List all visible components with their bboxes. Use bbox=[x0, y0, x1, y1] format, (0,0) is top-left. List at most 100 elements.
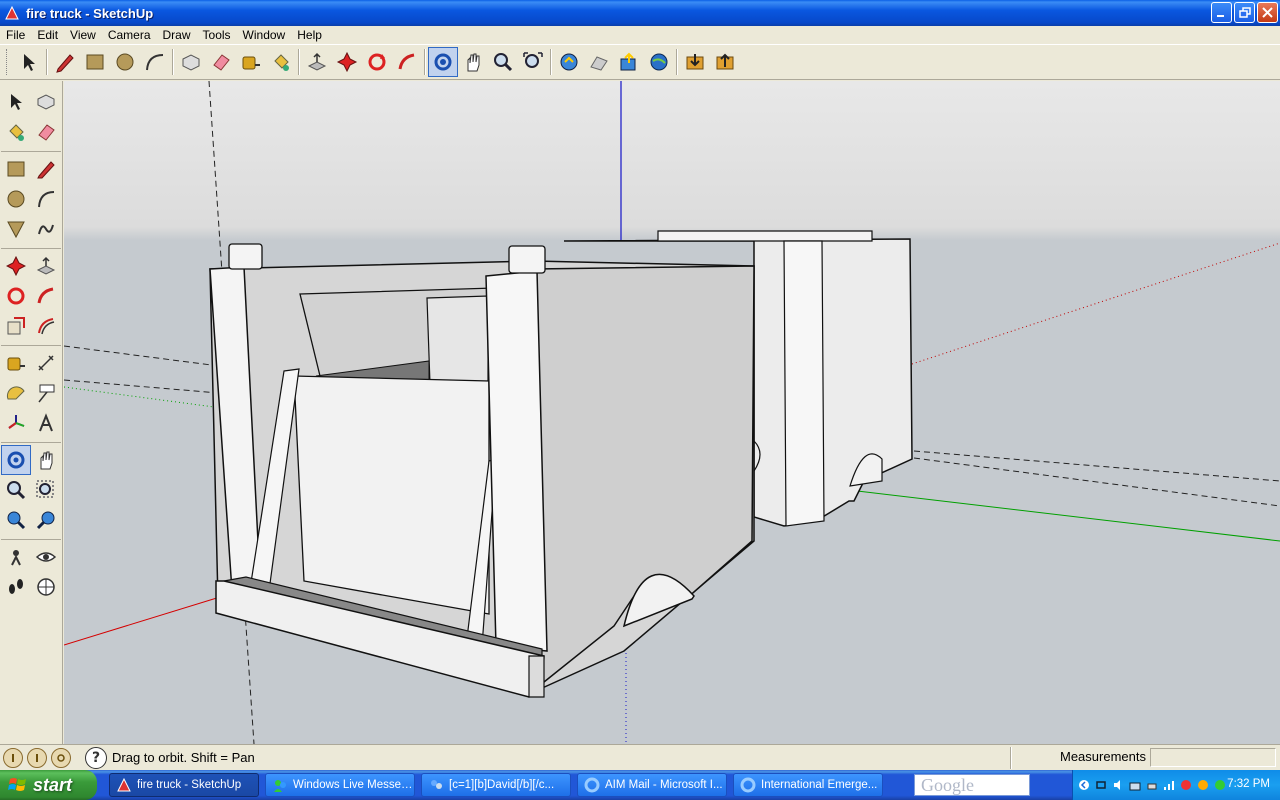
freehand-palette-button[interactable] bbox=[31, 214, 61, 244]
google-earth-button[interactable] bbox=[644, 47, 674, 77]
get-current-view-button[interactable] bbox=[554, 47, 584, 77]
circle-palette-button[interactable] bbox=[1, 184, 31, 214]
previous-view-palette-button[interactable] bbox=[1, 505, 31, 535]
close-button[interactable] bbox=[1257, 2, 1278, 23]
rotate-tool-button[interactable] bbox=[362, 47, 392, 77]
system-tray: 7:32 PM bbox=[1072, 770, 1280, 800]
start-button[interactable]: start bbox=[0, 770, 97, 800]
push-pull-palette-button[interactable] bbox=[31, 251, 61, 281]
orbit-palette-button[interactable] bbox=[1, 445, 31, 475]
get-models-button[interactable] bbox=[680, 47, 710, 77]
user-icon bbox=[57, 753, 65, 762]
move-tool-button[interactable] bbox=[332, 47, 362, 77]
next-view-palette-button[interactable] bbox=[31, 505, 61, 535]
scale-palette-button[interactable] bbox=[1, 311, 31, 341]
look-around-palette-button[interactable] bbox=[31, 542, 61, 572]
help-icon[interactable]: ? bbox=[85, 746, 107, 769]
rectangle-tool-button[interactable] bbox=[80, 47, 110, 77]
desktop-icon[interactable] bbox=[1094, 778, 1108, 792]
arc-tool-button[interactable] bbox=[140, 47, 170, 77]
antivirus-icon[interactable] bbox=[1179, 778, 1193, 792]
make-component-palette-button[interactable] bbox=[31, 87, 61, 117]
polygon-icon bbox=[7, 221, 25, 239]
arc-icon bbox=[38, 191, 55, 208]
share-model-button[interactable] bbox=[710, 47, 740, 77]
zoom-tool-button[interactable] bbox=[488, 47, 518, 77]
taskbar-item-messenger[interactable]: Windows Live Messen... bbox=[265, 773, 415, 797]
section-plane-palette-button[interactable] bbox=[31, 572, 61, 602]
minimize-button[interactable] bbox=[1211, 2, 1232, 23]
tape-measure-palette-button[interactable] bbox=[1, 348, 31, 378]
zoom-extents-tool-button[interactable] bbox=[518, 47, 548, 77]
push-pull-tool-button[interactable] bbox=[302, 47, 332, 77]
rotate-palette-button[interactable] bbox=[1, 281, 31, 311]
toolbar-grip[interactable] bbox=[6, 49, 10, 75]
model-viewport[interactable] bbox=[64, 81, 1280, 744]
move-palette-button[interactable] bbox=[1, 251, 31, 281]
arc-palette-button[interactable] bbox=[31, 184, 61, 214]
zoom-palette-button[interactable] bbox=[1, 475, 31, 505]
status-divider bbox=[1010, 747, 1012, 769]
follow-me-icon bbox=[37, 287, 54, 304]
taskbar-item-aim-mail[interactable]: AIM Mail - Microsoft I... bbox=[577, 773, 727, 797]
dimension-palette-button[interactable] bbox=[31, 348, 61, 378]
pan-tool-button[interactable] bbox=[458, 47, 488, 77]
menu-edit[interactable]: Edit bbox=[31, 28, 64, 42]
volume-icon[interactable] bbox=[1111, 778, 1125, 792]
pan-palette-button[interactable] bbox=[31, 445, 61, 475]
select-tool-button[interactable] bbox=[14, 47, 44, 77]
user-status-icon[interactable] bbox=[51, 747, 71, 768]
restore-button[interactable] bbox=[1234, 2, 1255, 23]
windows-flag-icon bbox=[8, 778, 26, 791]
toolbar-separator bbox=[172, 49, 174, 75]
menu-tools[interactable]: Tools bbox=[197, 28, 237, 42]
rectangle-palette-button[interactable] bbox=[1, 154, 31, 184]
guide-line bbox=[913, 450, 1280, 482]
place-model-button[interactable] bbox=[614, 47, 644, 77]
printer-icon[interactable] bbox=[1145, 778, 1159, 792]
select-palette-button[interactable] bbox=[1, 87, 31, 117]
tray-expand-icon[interactable] bbox=[1077, 778, 1091, 792]
protractor-palette-button[interactable] bbox=[1, 378, 31, 408]
toggle-terrain-button[interactable] bbox=[584, 47, 614, 77]
network-icon[interactable] bbox=[1128, 778, 1142, 792]
circle-tool-button[interactable] bbox=[110, 47, 140, 77]
menu-help[interactable]: Help bbox=[291, 28, 328, 42]
follow-me-tool-button[interactable] bbox=[392, 47, 422, 77]
orbit-tool-button[interactable] bbox=[428, 47, 458, 77]
taskbar-item-international[interactable]: International Emerge... bbox=[733, 773, 883, 797]
line-palette-button[interactable] bbox=[31, 154, 61, 184]
polygon-palette-button[interactable] bbox=[1, 214, 31, 244]
zoom-window-palette-button[interactable] bbox=[31, 475, 61, 505]
measurements-input[interactable] bbox=[1150, 748, 1276, 767]
offset-palette-button[interactable] bbox=[31, 311, 61, 341]
3d-text-palette-button[interactable] bbox=[31, 408, 61, 438]
make-component-button[interactable] bbox=[176, 47, 206, 77]
pencil-tool-button[interactable] bbox=[50, 47, 80, 77]
text-palette-button[interactable] bbox=[31, 378, 61, 408]
dimension-icon bbox=[38, 355, 54, 371]
geo-location-status-icon[interactable] bbox=[3, 747, 23, 768]
messenger-tray-icon[interactable] bbox=[1213, 778, 1227, 792]
taskbar-item-sketchup[interactable]: fire truck - SketchUp bbox=[109, 773, 259, 797]
menu-file[interactable]: File bbox=[0, 28, 31, 42]
paint-bucket-palette-button[interactable] bbox=[1, 117, 31, 147]
axes-palette-button[interactable] bbox=[1, 408, 31, 438]
taskbar-item-chat[interactable]: [c=1][b]David[/b][/c... bbox=[421, 773, 571, 797]
signal-icon[interactable] bbox=[1162, 778, 1176, 792]
walk-palette-button[interactable] bbox=[1, 572, 31, 602]
menu-window[interactable]: Window bbox=[237, 28, 292, 42]
credits-status-icon[interactable] bbox=[27, 747, 47, 768]
eraser-tool-button[interactable] bbox=[206, 47, 236, 77]
palette-separator bbox=[1, 438, 61, 443]
menu-draw[interactable]: Draw bbox=[157, 28, 197, 42]
menu-view[interactable]: View bbox=[64, 28, 102, 42]
google-search-input[interactable]: Google bbox=[914, 774, 1030, 796]
follow-me-palette-button[interactable] bbox=[31, 281, 61, 311]
paint-bucket-tool-button[interactable] bbox=[266, 47, 296, 77]
eraser-palette-button[interactable] bbox=[31, 117, 61, 147]
position-camera-palette-button[interactable] bbox=[1, 542, 31, 572]
security-icon[interactable] bbox=[1196, 778, 1210, 792]
menu-camera[interactable]: Camera bbox=[102, 28, 157, 42]
tape-measure-tool-button[interactable] bbox=[236, 47, 266, 77]
